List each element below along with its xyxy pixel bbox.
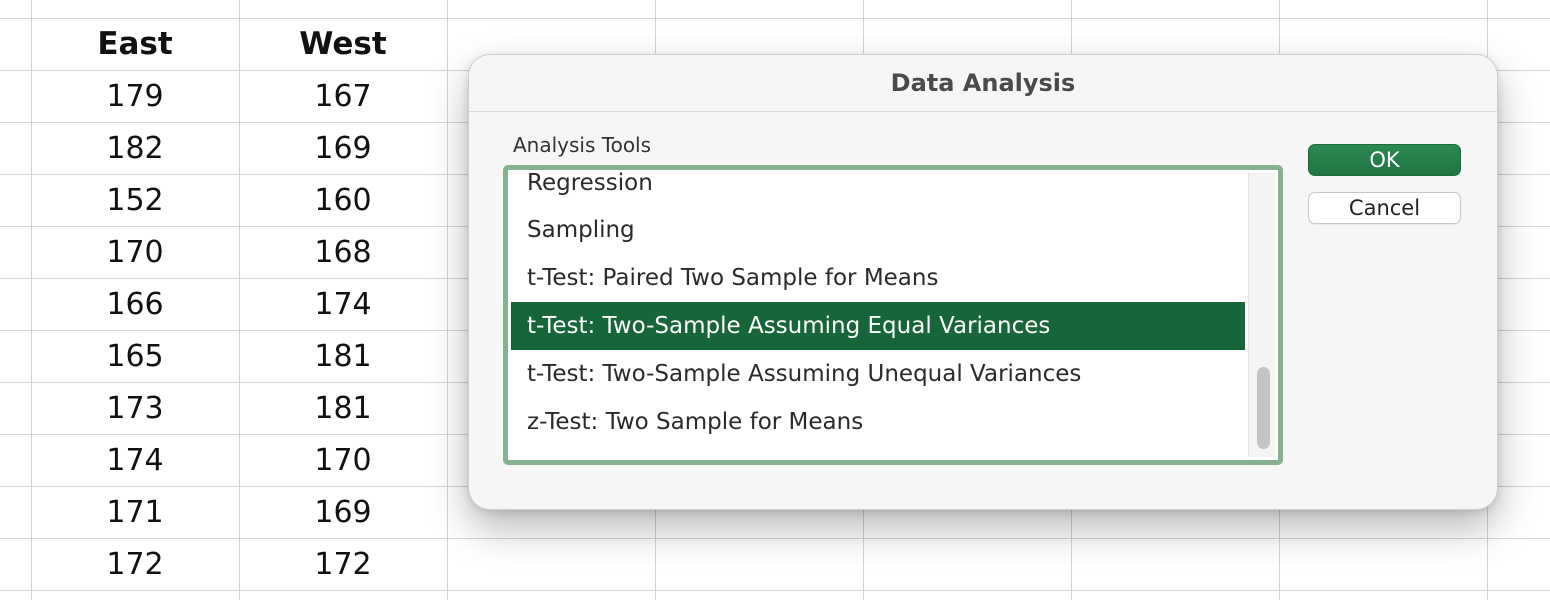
cell-east-value[interactable]: 173 (31, 382, 239, 434)
list-item-ttest-paired[interactable]: t-Test: Paired Two Sample for Means (511, 254, 1245, 302)
dialog-title: Data Analysis (890, 69, 1076, 97)
list-item-sampling[interactable]: Sampling (511, 206, 1245, 254)
cell-east-value[interactable]: 165 (31, 330, 239, 382)
data-analysis-dialog: Data Analysis Analysis Tools Regression … (468, 54, 1498, 510)
column-east: East 179 182 152 170 166 165 173 174 171… (31, 18, 239, 590)
list-item-regression[interactable]: Regression (511, 170, 1245, 206)
list-item-ttest-equal-variances[interactable]: t-Test: Two-Sample Assuming Equal Varian… (511, 302, 1245, 350)
cell-east-value[interactable]: 182 (31, 122, 239, 174)
cell-west-header[interactable]: West (239, 18, 447, 70)
cell-west-value[interactable]: 181 (239, 330, 447, 382)
cell-west-value[interactable]: 174 (239, 278, 447, 330)
cell-east-value[interactable]: 152 (31, 174, 239, 226)
column-west: West 167 169 160 168 174 181 181 170 169… (239, 18, 447, 590)
analysis-tools-list[interactable]: Regression Sampling t-Test: Paired Two S… (503, 165, 1283, 465)
dialog-titlebar[interactable]: Data Analysis (469, 55, 1497, 112)
cell-east-value[interactable]: 166 (31, 278, 239, 330)
cell-west-value[interactable]: 169 (239, 486, 447, 538)
cell-east-value[interactable]: 171 (31, 486, 239, 538)
cell-west-value[interactable]: 168 (239, 226, 447, 278)
list-item-ztest[interactable]: z-Test: Two Sample for Means (511, 398, 1245, 446)
list-items: Regression Sampling t-Test: Paired Two S… (511, 170, 1245, 446)
cell-west-value[interactable]: 170 (239, 434, 447, 486)
cell-west-value[interactable]: 160 (239, 174, 447, 226)
cell-east-header[interactable]: East (31, 18, 239, 70)
cell-east-value[interactable]: 174 (31, 434, 239, 486)
cell-east-value[interactable]: 170 (31, 226, 239, 278)
scrollbar-thumb[interactable] (1257, 367, 1270, 449)
cell-east-value[interactable]: 172 (31, 538, 239, 590)
ok-button[interactable]: OK (1308, 144, 1461, 176)
analysis-tools-label: Analysis Tools (513, 133, 652, 157)
cell-west-value[interactable]: 172 (239, 538, 447, 590)
cancel-button[interactable]: Cancel (1308, 192, 1461, 224)
spreadsheet-window: East 179 182 152 170 166 165 173 174 171… (0, 0, 1550, 600)
cell-west-value[interactable]: 169 (239, 122, 447, 174)
cell-east-value[interactable]: 179 (31, 70, 239, 122)
list-scrollbar[interactable] (1248, 173, 1275, 457)
cell-west-value[interactable]: 167 (239, 70, 447, 122)
list-item-ttest-unequal-variances[interactable]: t-Test: Two-Sample Assuming Unequal Vari… (511, 350, 1245, 398)
cell-west-value[interactable]: 181 (239, 382, 447, 434)
